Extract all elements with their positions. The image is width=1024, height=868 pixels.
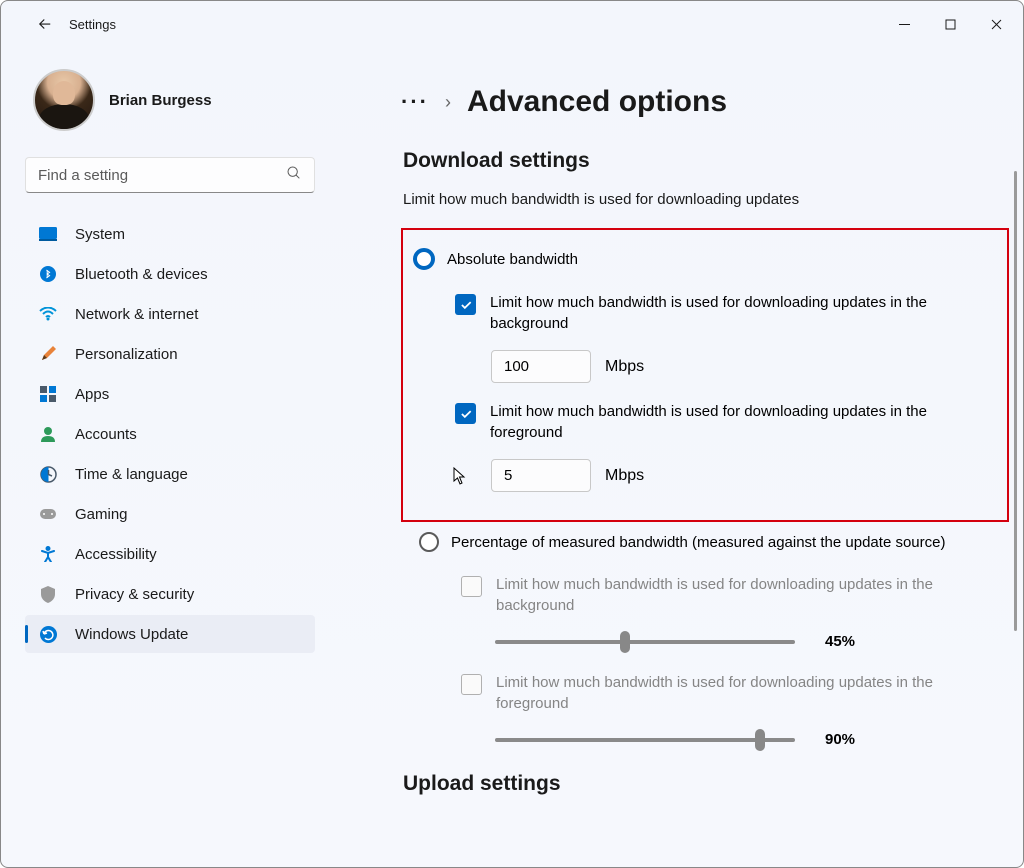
absolute-bandwidth-group: Absolute bandwidth Limit how much bandwi… bbox=[401, 228, 1009, 522]
nav-apps[interactable]: Apps bbox=[25, 375, 315, 413]
nav-accounts[interactable]: Accounts bbox=[25, 415, 315, 453]
back-button[interactable] bbox=[29, 8, 61, 40]
checkbox-label: Limit how much bandwidth is used for dow… bbox=[490, 292, 997, 334]
wifi-icon bbox=[39, 305, 57, 323]
checkbox-icon[interactable] bbox=[455, 294, 476, 315]
checkbox-label: Limit how much bandwidth is used for dow… bbox=[496, 672, 1009, 714]
search-box[interactable] bbox=[25, 157, 315, 193]
accessibility-icon bbox=[39, 545, 57, 563]
pct-fg-checkbox-row: Limit how much bandwidth is used for dow… bbox=[461, 672, 1009, 714]
fg-bandwidth-option: Limit how much bandwidth is used for dow… bbox=[455, 401, 997, 492]
pct-bg-checkbox-row: Limit how much bandwidth is used for dow… bbox=[461, 574, 1009, 616]
nav-gaming[interactable]: Gaming bbox=[25, 495, 315, 533]
nav-label: Gaming bbox=[75, 506, 128, 523]
bg-mbps-input[interactable] bbox=[491, 350, 591, 383]
title-bar: Settings bbox=[1, 1, 1023, 47]
accounts-icon bbox=[39, 425, 57, 443]
slider bbox=[495, 630, 795, 652]
window-title: Settings bbox=[69, 17, 116, 32]
system-icon bbox=[39, 225, 57, 243]
chevron-right-icon: › bbox=[445, 92, 451, 113]
nav-label: Time & language bbox=[75, 466, 188, 483]
radio-absolute[interactable]: Absolute bandwidth bbox=[413, 248, 997, 270]
nav-label: Network & internet bbox=[75, 306, 198, 323]
close-button[interactable] bbox=[973, 8, 1019, 40]
pct-fg-slider-row: 90% bbox=[495, 728, 1009, 750]
minimize-button[interactable] bbox=[881, 8, 927, 40]
avatar bbox=[33, 69, 95, 131]
search-input[interactable] bbox=[38, 167, 286, 184]
nav-label: Personalization bbox=[75, 346, 178, 363]
update-icon bbox=[39, 625, 57, 643]
bg-input-row: Mbps bbox=[491, 350, 997, 383]
nav-label: Privacy & security bbox=[75, 586, 194, 603]
profile[interactable]: Brian Burgess bbox=[33, 69, 307, 131]
bg-bandwidth-option: Limit how much bandwidth is used for dow… bbox=[455, 292, 997, 383]
shield-icon bbox=[39, 585, 57, 603]
content: ··· › Advanced options Download settings… bbox=[331, 47, 1023, 867]
bg-checkbox-row[interactable]: Limit how much bandwidth is used for dow… bbox=[455, 292, 997, 334]
maximize-button[interactable] bbox=[927, 8, 973, 40]
pct-bg-slider-row: 45% bbox=[495, 630, 1009, 652]
gaming-icon bbox=[39, 505, 57, 523]
nav-personalization[interactable]: Personalization bbox=[25, 335, 315, 373]
nav-privacy[interactable]: Privacy & security bbox=[25, 575, 315, 613]
checkbox-icon bbox=[461, 576, 482, 597]
download-desc: Limit how much bandwidth is used for dow… bbox=[403, 191, 1009, 208]
apps-icon bbox=[39, 385, 57, 403]
brush-icon bbox=[39, 345, 57, 363]
bluetooth-icon bbox=[39, 265, 57, 283]
pct-fg-option: Limit how much bandwidth is used for dow… bbox=[461, 672, 1009, 750]
checkbox-icon[interactable] bbox=[455, 403, 476, 424]
radio-percentage[interactable]: Percentage of measured bandwidth (measur… bbox=[419, 532, 1009, 552]
nav-label: Bluetooth & devices bbox=[75, 266, 208, 283]
fg-input-row: Mbps bbox=[491, 459, 997, 492]
unit-label: Mbps bbox=[605, 358, 644, 376]
unit-label: Mbps bbox=[605, 467, 644, 485]
scrollbar[interactable] bbox=[1014, 171, 1017, 631]
page-title: Advanced options bbox=[467, 85, 727, 119]
pct-bg-option: Limit how much bandwidth is used for dow… bbox=[461, 574, 1009, 652]
checkbox-label: Limit how much bandwidth is used for dow… bbox=[496, 574, 1009, 616]
sidebar: Brian Burgess System Bluetooth & devices bbox=[1, 47, 331, 867]
nav-accessibility[interactable]: Accessibility bbox=[25, 535, 315, 573]
nav-windows-update[interactable]: Windows Update bbox=[25, 615, 315, 653]
checkbox-icon bbox=[461, 674, 482, 695]
clock-icon bbox=[39, 465, 57, 483]
nav-time-language[interactable]: Time & language bbox=[25, 455, 315, 493]
radio-icon[interactable] bbox=[419, 532, 439, 552]
settings-window: Settings Brian Burgess bbox=[0, 0, 1024, 868]
nav-label: Accounts bbox=[75, 426, 137, 443]
nav-label: Apps bbox=[75, 386, 109, 403]
pct-value: 90% bbox=[825, 731, 875, 748]
nav-label: Accessibility bbox=[75, 546, 157, 563]
profile-name: Brian Burgess bbox=[109, 92, 212, 109]
fg-mbps-input[interactable] bbox=[491, 459, 591, 492]
download-heading: Download settings bbox=[403, 149, 1009, 173]
nav-system[interactable]: System bbox=[25, 215, 315, 253]
nav-network[interactable]: Network & internet bbox=[25, 295, 315, 333]
nav-bluetooth[interactable]: Bluetooth & devices bbox=[25, 255, 315, 293]
fg-checkbox-row[interactable]: Limit how much bandwidth is used for dow… bbox=[455, 401, 997, 443]
nav-label: System bbox=[75, 226, 125, 243]
radio-label: Percentage of measured bandwidth (measur… bbox=[451, 534, 945, 551]
search-icon bbox=[286, 165, 302, 186]
nav-label: Windows Update bbox=[75, 626, 188, 643]
nav: System Bluetooth & devices Network & int… bbox=[25, 215, 315, 653]
radio-icon[interactable] bbox=[413, 248, 435, 270]
breadcrumb: ··· › Advanced options bbox=[401, 85, 1009, 119]
slider bbox=[495, 728, 795, 750]
breadcrumb-parent-icon[interactable]: ··· bbox=[401, 97, 429, 107]
pct-value: 45% bbox=[825, 633, 875, 650]
radio-label: Absolute bandwidth bbox=[447, 251, 578, 268]
checkbox-label: Limit how much bandwidth is used for dow… bbox=[490, 401, 997, 443]
upload-heading: Upload settings bbox=[403, 772, 1009, 796]
window-controls bbox=[881, 8, 1019, 40]
